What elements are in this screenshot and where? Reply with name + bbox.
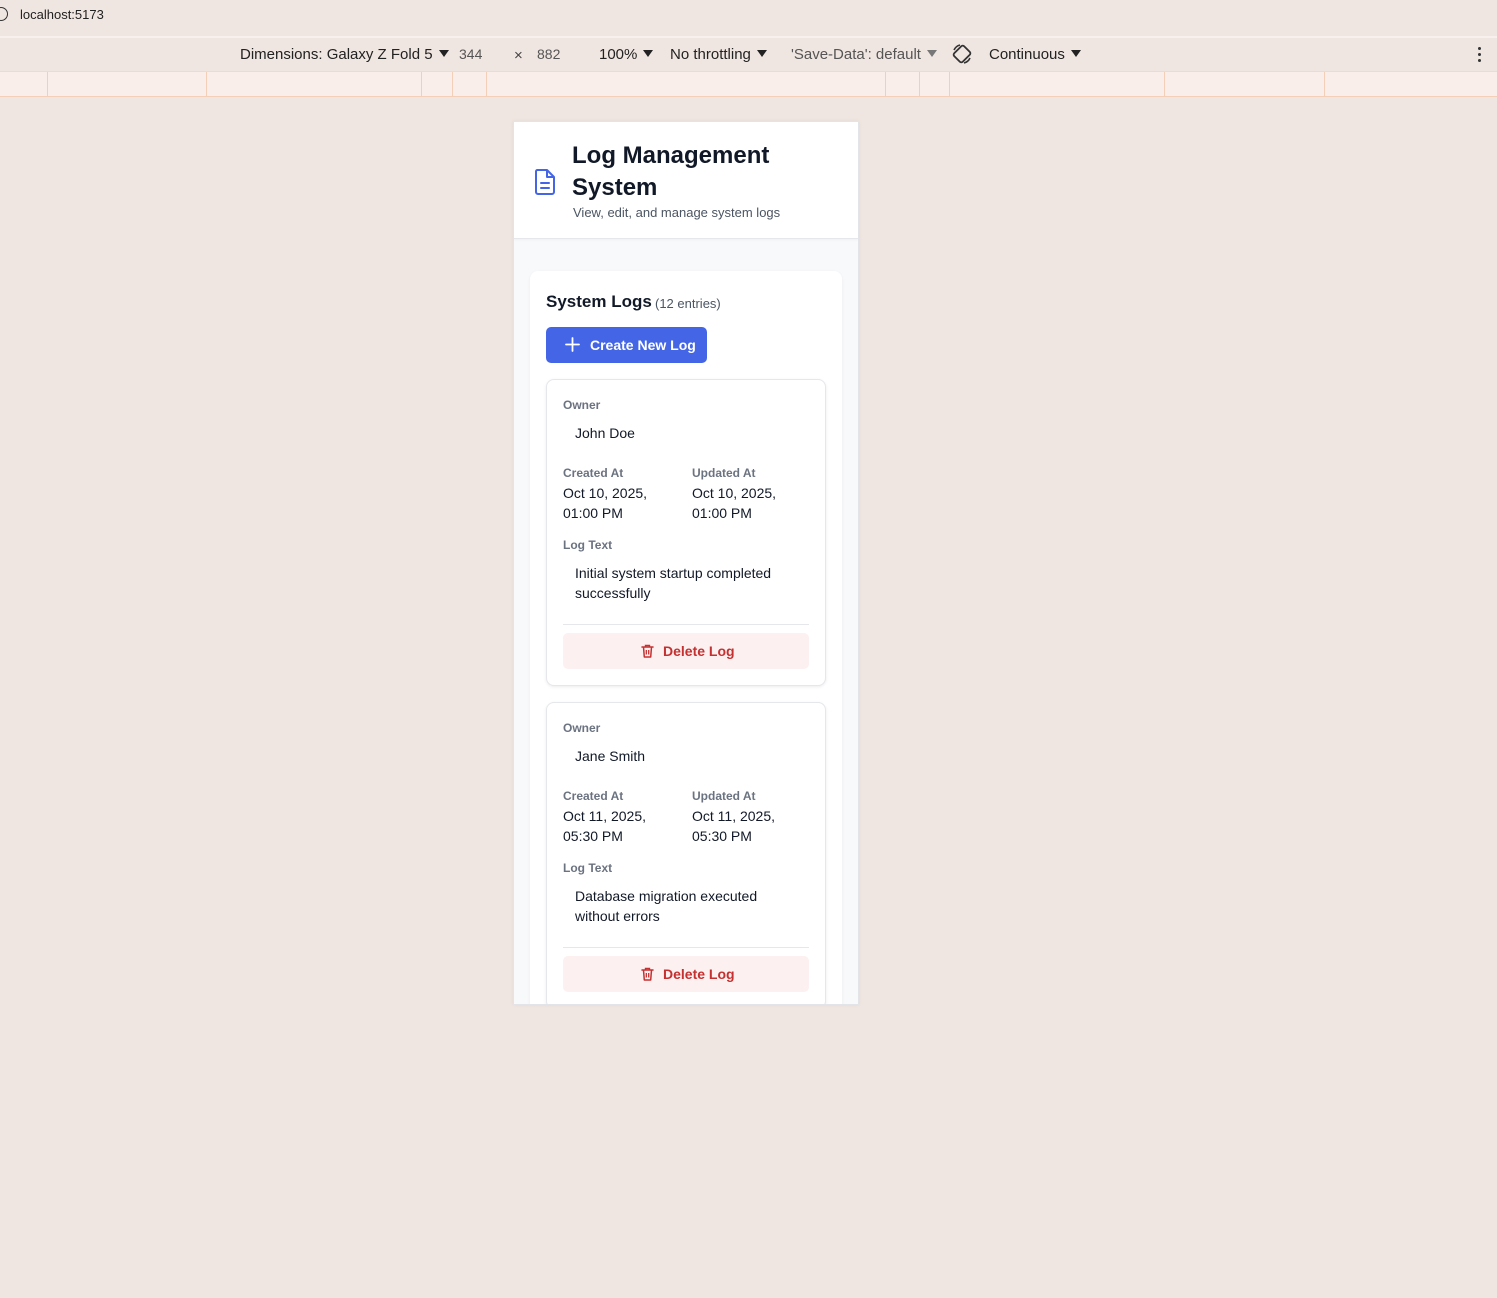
height-input[interactable]: 882 [537,46,560,62]
created-at-value: Oct 11, 2025, 05:30 PM [563,808,647,844]
log-text-value: Initial system startup completed success… [575,565,772,601]
created-at-value: Oct 10, 2025, 01:00 PM [563,485,648,521]
plus-icon [565,337,580,352]
rotate-icon[interactable] [951,42,973,66]
trash-icon [641,644,654,658]
save-data-dropdown[interactable]: 'Save-Data': default [791,46,937,63]
caret-down-icon [643,50,654,57]
zoom-label: 100% [599,46,638,63]
save-data-label: 'Save-Data': default [791,46,921,63]
log-text-label: Log Text [563,861,613,875]
entries-count: (12 entries) [655,296,721,311]
updated-at-label: Updated At [692,789,756,803]
log-text-value: Database migration executed without erro… [575,888,758,924]
ruler-tick [486,72,487,96]
log-card: Owner John Doe Created At Oct 10, 2025, … [546,379,826,686]
logs-panel: System Logs (12 entries) Create New Log … [530,271,842,1004]
ruler-tick [206,72,207,96]
created-at-label: Created At [563,789,624,803]
log-text-label: Log Text [563,538,613,552]
ruler-tick [885,72,886,96]
app-header: Log Management System View, edit, and ma… [514,122,858,239]
width-input[interactable]: 344 [459,46,482,62]
throttling-dropdown[interactable]: No throttling [670,46,767,63]
address-bar[interactable]: localhost:5173 [0,0,1497,30]
owner-value: John Doe [575,425,635,441]
delete-button-label: Delete Log [663,643,735,659]
mode-dropdown[interactable]: Continuous [989,46,1081,63]
owner-label: Owner [563,398,601,412]
updated-at-value: Oct 11, 2025, 05:30 PM [692,808,776,844]
page-subtitle: View, edit, and manage system logs [573,205,781,220]
trash-icon [641,967,654,981]
log-card: Owner Jane Smith Created At Oct 11, 2025… [546,702,826,1004]
caret-down-icon [1070,50,1081,57]
divider [563,947,809,948]
delete-log-button[interactable]: Delete Log [563,633,809,669]
create-button-label: Create New Log [590,337,696,353]
delete-log-button[interactable]: Delete Log [563,956,809,992]
ruler-tick [919,72,920,96]
ruler-tick [421,72,422,96]
dimensions-label: Dimensions: Galaxy Z Fold 5 [240,46,433,63]
device-viewport: Log Management System View, edit, and ma… [513,121,859,1005]
address-url[interactable]: localhost:5173 [20,7,104,22]
owner-value: Jane Smith [575,748,646,764]
ruler-tick [1324,72,1325,96]
created-at-label: Created At [563,466,624,480]
site-info-icon[interactable] [0,7,8,21]
page-title: Log Management System [572,142,770,201]
updated-at-value: Oct 10, 2025, 01:00 PM [692,485,777,521]
owner-label: Owner [563,721,601,735]
caret-down-icon [438,50,449,57]
ruler-tick [452,72,453,96]
zoom-dropdown[interactable]: 100% [599,46,654,63]
caret-down-icon [926,50,937,57]
ruler-tick [1164,72,1165,96]
throttling-label: No throttling [670,46,751,63]
caret-down-icon [756,50,767,57]
panel-title: System Logs [546,292,652,311]
create-new-log-button[interactable]: Create New Log [546,327,707,363]
more-options-icon[interactable] [1476,47,1482,63]
device-toolbar: Dimensions: Galaxy Z Fold 5 344 × 882 10… [0,38,1497,71]
ruler-tick [47,72,48,96]
times-icon: × [514,47,523,64]
dimensions-dropdown[interactable]: Dimensions: Galaxy Z Fold 5 [240,46,449,63]
mode-label: Continuous [989,46,1065,63]
divider [563,624,809,625]
updated-at-label: Updated At [692,466,756,480]
delete-button-label: Delete Log [663,966,735,982]
ruler-tick [949,72,950,96]
media-query-ruler[interactable] [0,71,1497,97]
document-icon [534,169,555,195]
